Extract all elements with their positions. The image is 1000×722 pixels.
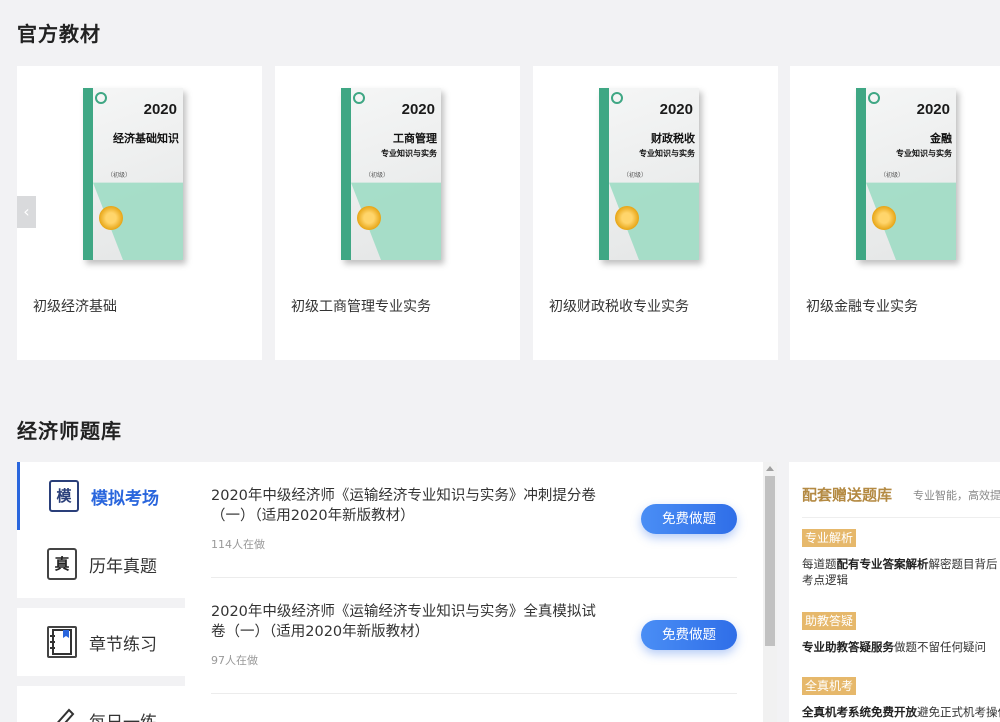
publisher-logo-icon [611, 92, 623, 104]
seal-icon [872, 206, 896, 230]
carousel-prev-button[interactable]: ‹ [17, 196, 36, 228]
cover-subtitle: 专业知识与实务 [896, 149, 952, 158]
book-cover[interactable]: 2020 工商管理 专业知识与实务 （初级） [335, 88, 447, 264]
nav-item-past-papers[interactable]: 真 历年真题 [17, 530, 185, 598]
cover-level: （初级） [623, 172, 648, 179]
nav-item-mock-exam[interactable]: 模 模拟考场 [17, 462, 185, 530]
book-cover[interactable]: 2020 经济基础知识 （初级） [77, 88, 189, 264]
seal-icon [99, 206, 123, 230]
gift-panel-subtitle: 专业智能，高效提 [913, 489, 1000, 502]
notebook-icon [47, 626, 77, 658]
cover-level: （初级） [365, 172, 390, 179]
book-card[interactable]: 2020 工商管理 专业知识与实务 （初级） 初级工商管理专业实务 [275, 66, 520, 360]
cover-name: 经济基础知识 [113, 132, 179, 145]
list-item: 2020年中级经济师《运输经济专业知识与实务》冲刺提分卷（一）（适用2020年新… [211, 462, 737, 578]
nav-item-label: 章节练习 [89, 634, 157, 655]
participant-count: 114人在做 [211, 538, 265, 551]
feature-description: 全真机考系统免费开放避免正式机考操作 [802, 705, 1000, 719]
cover-year: 2020 [143, 101, 177, 118]
chevron-left-icon: ‹ [23, 202, 30, 221]
cover-name: 财政税收 [651, 132, 695, 145]
cover-name: 工商管理 [393, 132, 437, 145]
book-title[interactable]: 初级金融专业实务 [806, 296, 918, 316]
exam-doc-icon: 模 [49, 480, 79, 512]
gift-panel-title: 配套赠送题库 [802, 486, 893, 504]
paper-title[interactable]: 2020年中级经济师《运输经济专业知识与实务》冲刺提分卷（一）（适用2020年新… [211, 486, 596, 526]
cover-year: 2020 [916, 101, 950, 118]
paper-title[interactable]: 2020年中级经济师《运输经济专业知识与实务》全真模拟试卷（一）（适用2020年… [211, 602, 596, 642]
pencil-icon [47, 704, 77, 722]
cover-subtitle: 专业知识与实务 [639, 149, 695, 158]
seal-icon [615, 206, 639, 230]
cover-level: （初级） [880, 172, 905, 179]
free-practice-button[interactable]: 免费做题 [641, 504, 737, 534]
book-title[interactable]: 初级经济基础 [33, 296, 117, 316]
participant-count: 97人在做 [211, 654, 258, 667]
list-item: 2020年中级经济师《运输经济专业知识与实务》全真模拟试卷（一）（适用2020年… [211, 578, 737, 694]
feature-tag: 助教答疑 [802, 612, 857, 630]
nav-item-label: 每日一练 [89, 708, 157, 722]
book-card[interactable]: 2020 经济基础知识 （初级） 初级经济基础 [17, 66, 262, 360]
scrollbar-thumb[interactable] [765, 476, 775, 646]
publisher-logo-icon [95, 92, 107, 104]
paper-list: 2020年中级经济师《运输经济专业知识与实务》冲刺提分卷（一）（适用2020年新… [185, 462, 763, 722]
section-title-question-bank: 经济师题库 [17, 419, 122, 443]
book-card[interactable]: 2020 金融 专业知识与实务 （初级） 初级金融专业实务 [790, 66, 1000, 360]
gift-question-bank-panel: 配套赠送题库 专业智能，高效提 专业解析 每道题配有专业答案解析解密题目背后考点… [789, 462, 1000, 722]
cover-name: 金融 [930, 132, 952, 145]
feature-tag: 专业解析 [802, 529, 857, 547]
section-title-textbooks: 官方教材 [17, 22, 101, 46]
question-bank-nav: 模 模拟考场 真 历年真题 章节练习 每日一练 [17, 462, 185, 722]
book-cover[interactable]: 2020 金融 专业知识与实务 （初级） [850, 88, 962, 264]
feature-description: 专业助教答疑服务做题不留任何疑问 [802, 640, 986, 654]
book-cover[interactable]: 2020 财政税收 专业知识与实务 （初级） [593, 88, 705, 264]
publisher-logo-icon [868, 92, 880, 104]
nav-item-chapter-practice[interactable]: 章节练习 [17, 608, 185, 676]
nav-item-label: 历年真题 [89, 556, 157, 577]
nav-item-daily-practice[interactable]: 每日一练 [17, 686, 185, 722]
book-title[interactable]: 初级财政税收专业实务 [549, 296, 689, 316]
textbook-carousel: 2020 经济基础知识 （初级） 初级经济基础 2020 工商管理 专业知识与实… [17, 66, 1000, 360]
seal-icon [357, 206, 381, 230]
publisher-logo-icon [353, 92, 365, 104]
book-card[interactable]: 2020 财政税收 专业知识与实务 （初级） 初级财政税收专业实务 [533, 66, 778, 360]
free-practice-button[interactable]: 免费做题 [641, 620, 737, 650]
clipboard-icon: 真 [47, 548, 77, 580]
cover-year: 2020 [659, 101, 693, 118]
scroll-up-icon[interactable] [766, 466, 774, 471]
feature-tag: 全真机考 [802, 677, 857, 695]
paper-list-scrollbar[interactable] [763, 462, 777, 722]
feature-description: 每道题配有专业答案解析解密题目背后考点逻辑 [802, 557, 998, 587]
cover-subtitle: 专业知识与实务 [381, 149, 437, 158]
cover-year: 2020 [401, 101, 435, 118]
cover-level: （初级） [107, 172, 132, 179]
book-title[interactable]: 初级工商管理专业实务 [291, 296, 431, 316]
nav-item-label: 模拟考场 [91, 488, 159, 509]
divider [802, 517, 1000, 518]
